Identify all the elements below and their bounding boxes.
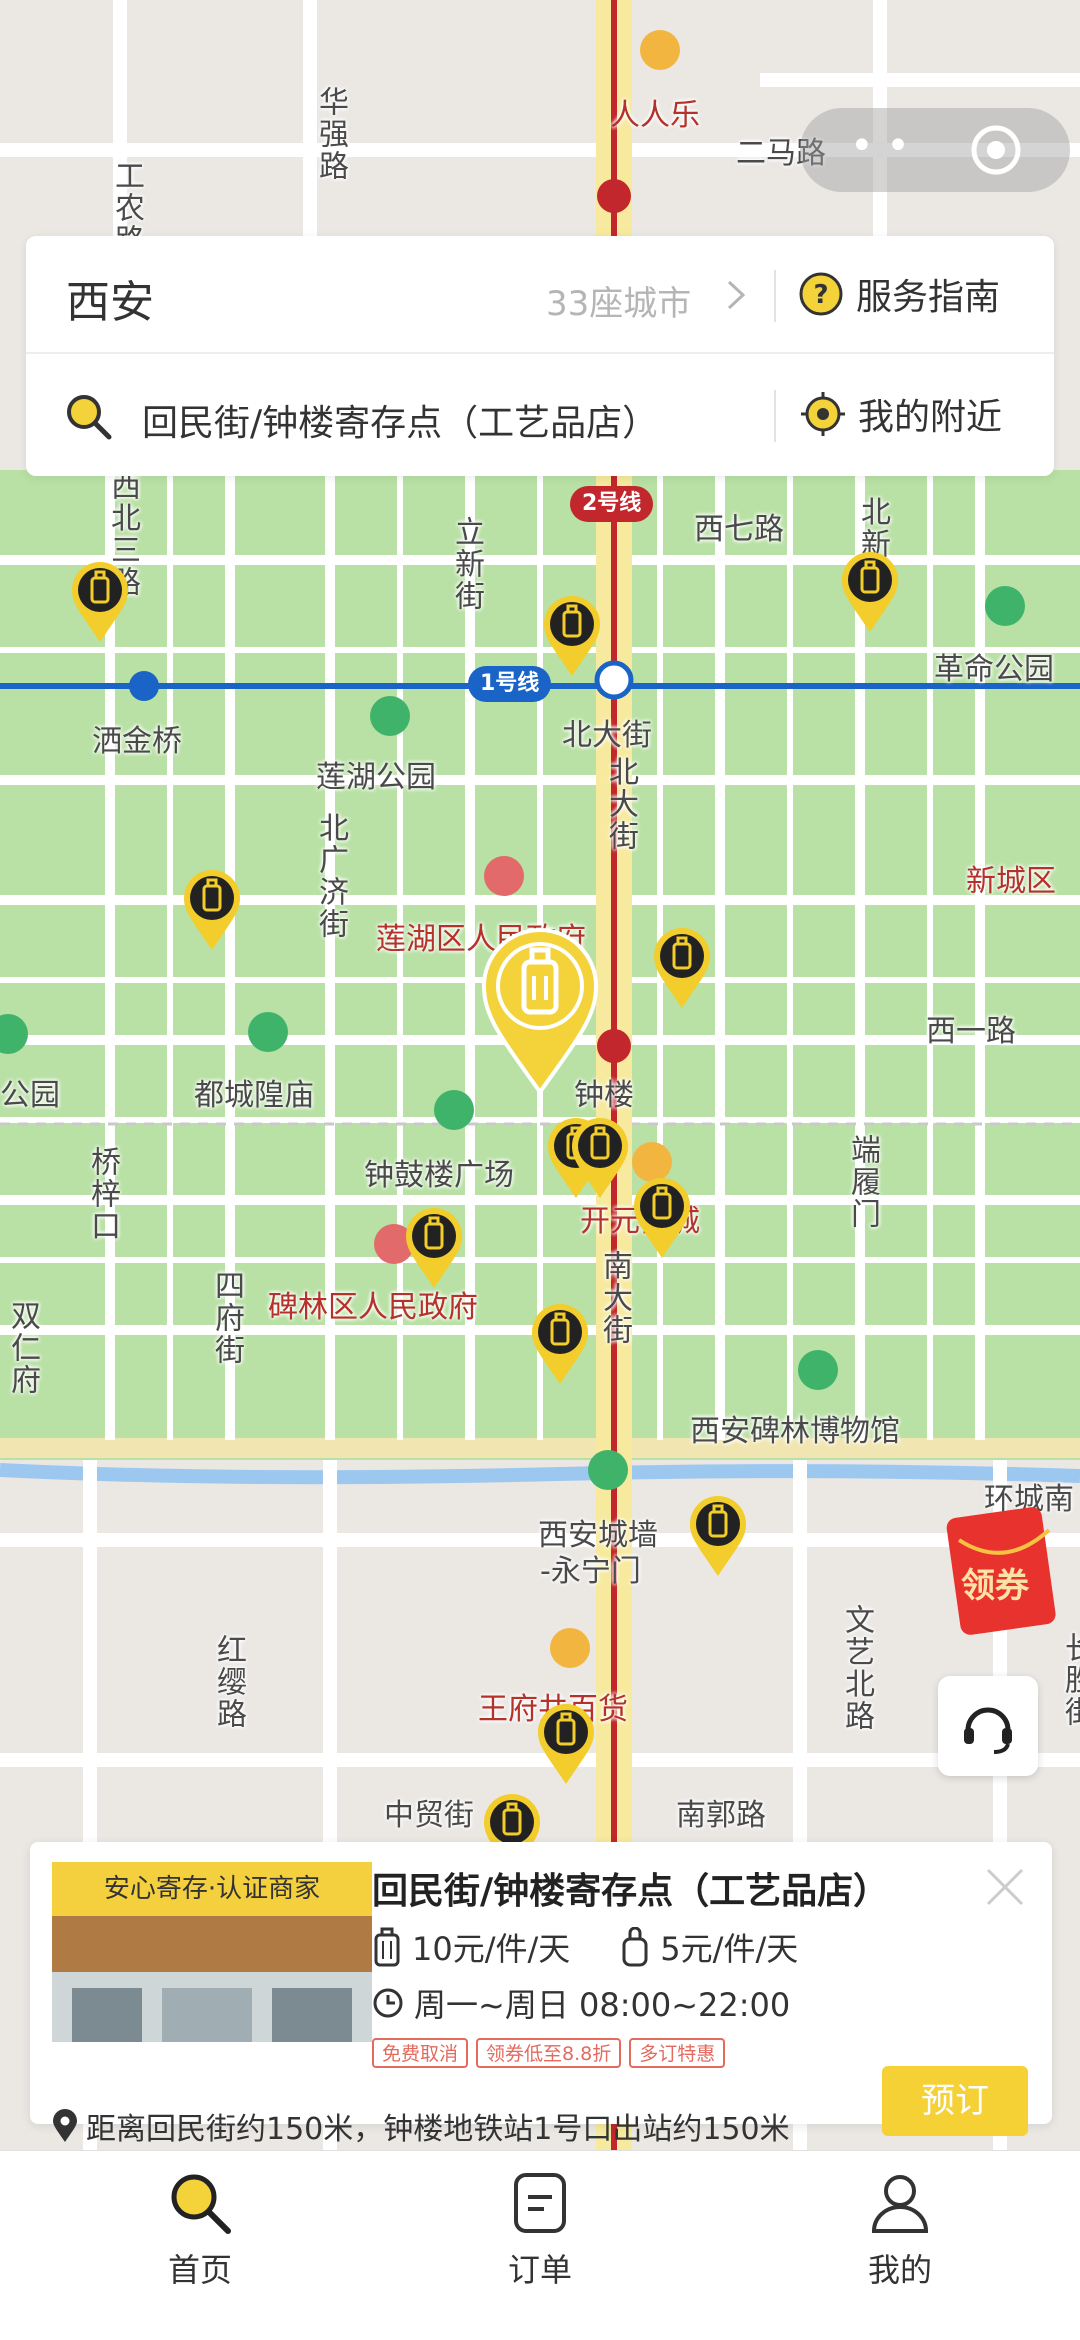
tab-bar: 首页 订单 我的 (0, 2150, 1080, 2340)
storage-pin[interactable] (652, 926, 712, 1010)
storage-pin[interactable] (632, 1176, 692, 1260)
storage-pin[interactable] (840, 550, 900, 634)
divider (774, 270, 776, 322)
map-label-nanguolu: 南郭路 (676, 1798, 766, 1833)
store-photo[interactable]: 安心寄存·认证商家 (52, 1862, 372, 2042)
store-name: 回民街/钟楼寄存点（工艺品店） (372, 1871, 890, 1912)
nearby-label: 我的附近 (858, 397, 1003, 438)
selected-storage-pin[interactable] (480, 926, 600, 1096)
storage-pin[interactable] (688, 1494, 748, 1578)
storage-pin[interactable] (404, 1206, 464, 1290)
map-label-sajinqiao: 洒金桥 (92, 724, 182, 759)
app-root: 1号线 2号线 人人乐 二马路 华强路 工农路 西七路 北新街 西北三路 立新街… (0, 0, 1080, 2340)
search-input[interactable]: 回民街/钟楼寄存点（工艺品店） (142, 394, 658, 446)
price-small: 5元/件/天 (660, 1930, 799, 1968)
locate-icon (801, 392, 845, 436)
opening-hours: 周一~周日 08:00~22:00 (414, 1986, 791, 2024)
map-label-zhongguloguangchang: 钟鼓楼广场 (364, 1158, 514, 1193)
question-icon: ? (799, 272, 843, 316)
price-large: 10元/件/天 (412, 1930, 571, 1968)
city-selector[interactable]: 西安 (66, 266, 154, 330)
map-label-xiyilu: 西一路 (926, 1014, 1016, 1049)
map-label-beidajie-v: 北大街 (603, 756, 638, 852)
search-card: 西安 33座城市 ? 服务指南 回民街/钟楼寄存点（工艺品店） 我的附近 (26, 236, 1054, 476)
distance-row: 距离回民街约150米，钟楼地铁站1号口出站约150米 (52, 2104, 790, 2148)
search-icon (67, 395, 112, 440)
storage-pin[interactable] (536, 1702, 596, 1786)
tab-orders[interactable]: 订单 (440, 2169, 640, 2291)
metro-line2-badge: 2号线 (570, 486, 654, 522)
tab-mine[interactable]: 我的 (800, 2169, 1000, 2291)
large-luggage-icon (374, 1927, 400, 1967)
map-label-hongyinglu: 红缨路 (211, 1634, 246, 1730)
map-label-renrenle: 人人乐 (610, 98, 700, 133)
tab-home-label: 首页 (167, 2251, 232, 2289)
map-label-lianhupark: 莲湖公园 (316, 760, 436, 795)
map-label-beiguangjijie: 北广济街 (313, 812, 348, 940)
svg-text:?: ? (813, 280, 828, 310)
map-label-duanlvmen: 端履门 (845, 1134, 880, 1230)
search-row[interactable]: 回民街/钟楼寄存点（工艺品店） 我的附近 (26, 356, 1054, 476)
map-label-lixinjie: 立新街 (449, 516, 484, 612)
city-count-link[interactable]: 33座城市 (546, 276, 691, 325)
certified-merchant-badge: 安心寄存·认证商家 (52, 1862, 372, 1916)
chevron-right-icon[interactable] (721, 278, 751, 312)
storage-pin[interactable] (542, 594, 602, 678)
map-label-gemingpark: 革命公园 (934, 652, 1054, 687)
tab-orders-label: 订单 (507, 2251, 572, 2289)
close-icon[interactable] (982, 1864, 1028, 1910)
customer-service-button[interactable] (938, 1676, 1038, 1776)
map-label-shuangrenfu: 双仁府 (5, 1300, 40, 1396)
user-icon (871, 2175, 929, 2233)
storage-pin[interactable] (182, 868, 242, 952)
map-label-beilin-museum: 西安碑林博物馆 (690, 1414, 900, 1449)
metro-line1-badge: 1号线 (468, 666, 552, 702)
map-label-sifujie: 四府街 (209, 1270, 244, 1366)
clock-icon (373, 1988, 403, 2018)
service-guide-button[interactable]: ? 服务指南 (798, 266, 1000, 322)
tag-coupon-discount: 领券低至8.8折 (476, 2038, 622, 2068)
coupon-button[interactable]: 领券 (945, 1500, 1065, 1640)
map-label-xinchengqu: 新城区 (966, 864, 1056, 899)
tab-mine-label: 我的 (867, 2251, 932, 2289)
map-label-changshengjie: 长胜街 (1059, 1632, 1080, 1728)
small-bag-icon (622, 1927, 648, 1967)
miniprogram-capsule[interactable]: • • (800, 108, 1070, 192)
order-list-icon (514, 2173, 566, 2233)
hours-row: 周一~周日 08:00~22:00 (372, 1980, 790, 2026)
map-label-wenyibeilu: 文艺北路 (839, 1604, 874, 1732)
map-label-park: 公园 (0, 1078, 60, 1113)
store-card[interactable]: 安心寄存·认证商家 回民街/钟楼寄存点（工艺品店） 10元/件/天 5元/件/天… (30, 1842, 1052, 2147)
map-label-huaqianglu: 华强路 (313, 86, 348, 182)
headset-icon (964, 1707, 1012, 1754)
map-label-xiqilu: 西七路 (694, 512, 784, 547)
promo-tags: 免费取消 领券低至8.8折 多订特惠 (372, 2038, 726, 2068)
divider (774, 390, 776, 442)
map-label-zhongmaojie: 中贸街 (384, 1798, 474, 1833)
storage-pin[interactable] (530, 1302, 590, 1386)
search-home-icon (171, 2174, 231, 2234)
map-label-duchenghuangmiao: 都城隍庙 (194, 1078, 314, 1113)
map-label-beidajie-h: 北大街 (562, 718, 652, 753)
more-dots-icon[interactable]: • • (850, 126, 920, 166)
storage-pin[interactable] (70, 560, 130, 644)
service-guide-label: 服务指南 (856, 277, 1001, 318)
map-label-yongningmen: -永宁门 (540, 1554, 641, 1589)
distance-text: 距离回民街约150米，钟楼地铁站1号口出站约150米 (86, 2112, 790, 2147)
price-row: 10元/件/天 5元/件/天 (372, 1924, 798, 1970)
nearby-button[interactable]: 我的附近 (800, 386, 1002, 442)
close-miniprogram-icon[interactable] (968, 122, 1024, 178)
map-label-qiaozikou: 桥梓口 (85, 1146, 120, 1242)
location-pin-icon (53, 2109, 77, 2142)
tag-free-cancel: 免费取消 (372, 2038, 469, 2068)
tag-multi-order: 多订特惠 (629, 2038, 726, 2068)
book-button[interactable]: 预订 (882, 2066, 1028, 2136)
map-label-nandajie: 南大街 (597, 1250, 632, 1346)
tab-home[interactable]: 首页 (100, 2169, 300, 2291)
coupon-label: 领券 (961, 1566, 1029, 1606)
city-row: 西安 33座城市 ? 服务指南 (26, 236, 1054, 354)
storage-pin[interactable] (570, 1116, 630, 1200)
